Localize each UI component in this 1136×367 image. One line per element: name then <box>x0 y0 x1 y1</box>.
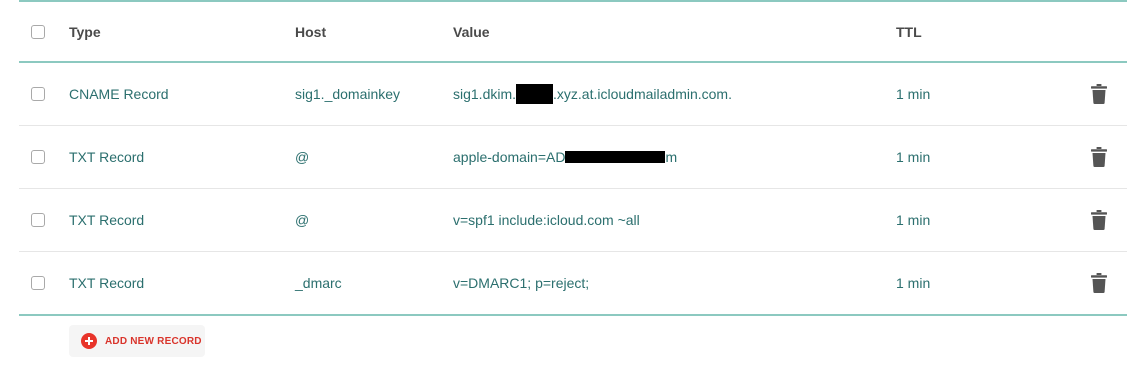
dns-records-table: Type Host Value TTL CNAME Record sig1._d… <box>19 0 1127 316</box>
column-header-type: Type <box>69 23 101 40</box>
record-type: TXT Record <box>69 149 145 165</box>
add-new-record-label: ADD NEW RECORD <box>105 335 202 347</box>
record-ttl: 1 min <box>896 86 931 102</box>
record-ttl: 1 min <box>896 275 931 291</box>
record-type: CNAME Record <box>69 86 169 102</box>
record-host: @ <box>295 149 310 165</box>
delete-cell <box>1091 63 1107 125</box>
column-header-ttl: TTL <box>896 23 922 40</box>
row-checkbox-cell <box>31 252 45 314</box>
row-checkbox[interactable] <box>31 276 45 290</box>
trash-icon[interactable] <box>1091 273 1107 293</box>
table-row: TXT Record @ apple-domain=AD m 1 min <box>19 126 1127 189</box>
record-type: TXT Record <box>69 275 145 291</box>
record-ttl: 1 min <box>896 212 931 228</box>
redaction-block <box>516 84 554 104</box>
trash-icon[interactable] <box>1091 147 1107 167</box>
delete-cell <box>1091 126 1107 188</box>
row-checkbox-cell <box>31 126 45 188</box>
trash-icon[interactable] <box>1091 84 1107 104</box>
redaction-block <box>565 151 666 163</box>
record-value-prefix: apple-domain=AD <box>453 149 566 165</box>
column-header-value: Value <box>453 23 490 40</box>
column-header-host: Host <box>295 23 327 40</box>
select-all-cell <box>31 2 45 61</box>
record-value: v=DMARC1; p=reject; <box>453 275 590 291</box>
record-host: @ <box>295 212 310 228</box>
plus-circle-icon <box>81 333 97 349</box>
row-checkbox-cell <box>31 63 45 125</box>
trash-icon[interactable] <box>1091 210 1107 230</box>
delete-cell <box>1091 252 1107 314</box>
record-type: TXT Record <box>69 212 145 228</box>
table-row: CNAME Record sig1._domainkey sig1.dkim. … <box>19 63 1127 126</box>
row-checkbox[interactable] <box>31 213 45 227</box>
row-checkbox-cell <box>31 189 45 251</box>
select-all-checkbox[interactable] <box>31 24 45 39</box>
record-ttl: 1 min <box>896 149 931 165</box>
record-value-suffix: .xyz.at.icloudmailadmin.com. <box>553 86 732 102</box>
record-value-prefix: sig1.dkim. <box>453 86 517 102</box>
record-value-suffix: m <box>665 149 678 165</box>
table-row: TXT Record _dmarc v=DMARC1; p=reject; 1 … <box>19 252 1127 314</box>
table-header: Type Host Value TTL <box>19 2 1127 63</box>
row-checkbox[interactable] <box>31 87 45 101</box>
table-row: TXT Record @ v=spf1 include:icloud.com ~… <box>19 189 1127 252</box>
record-value: apple-domain=AD m <box>453 126 677 188</box>
delete-cell <box>1091 189 1107 251</box>
record-host: sig1._domainkey <box>295 86 401 102</box>
record-value: sig1.dkim. .xyz.at.icloudmailadmin.com. <box>453 63 732 125</box>
record-host: _dmarc <box>295 275 342 291</box>
add-new-record-button[interactable]: ADD NEW RECORD <box>69 325 205 357</box>
row-checkbox[interactable] <box>31 150 45 164</box>
record-value: v=spf1 include:icloud.com ~all <box>453 212 640 228</box>
